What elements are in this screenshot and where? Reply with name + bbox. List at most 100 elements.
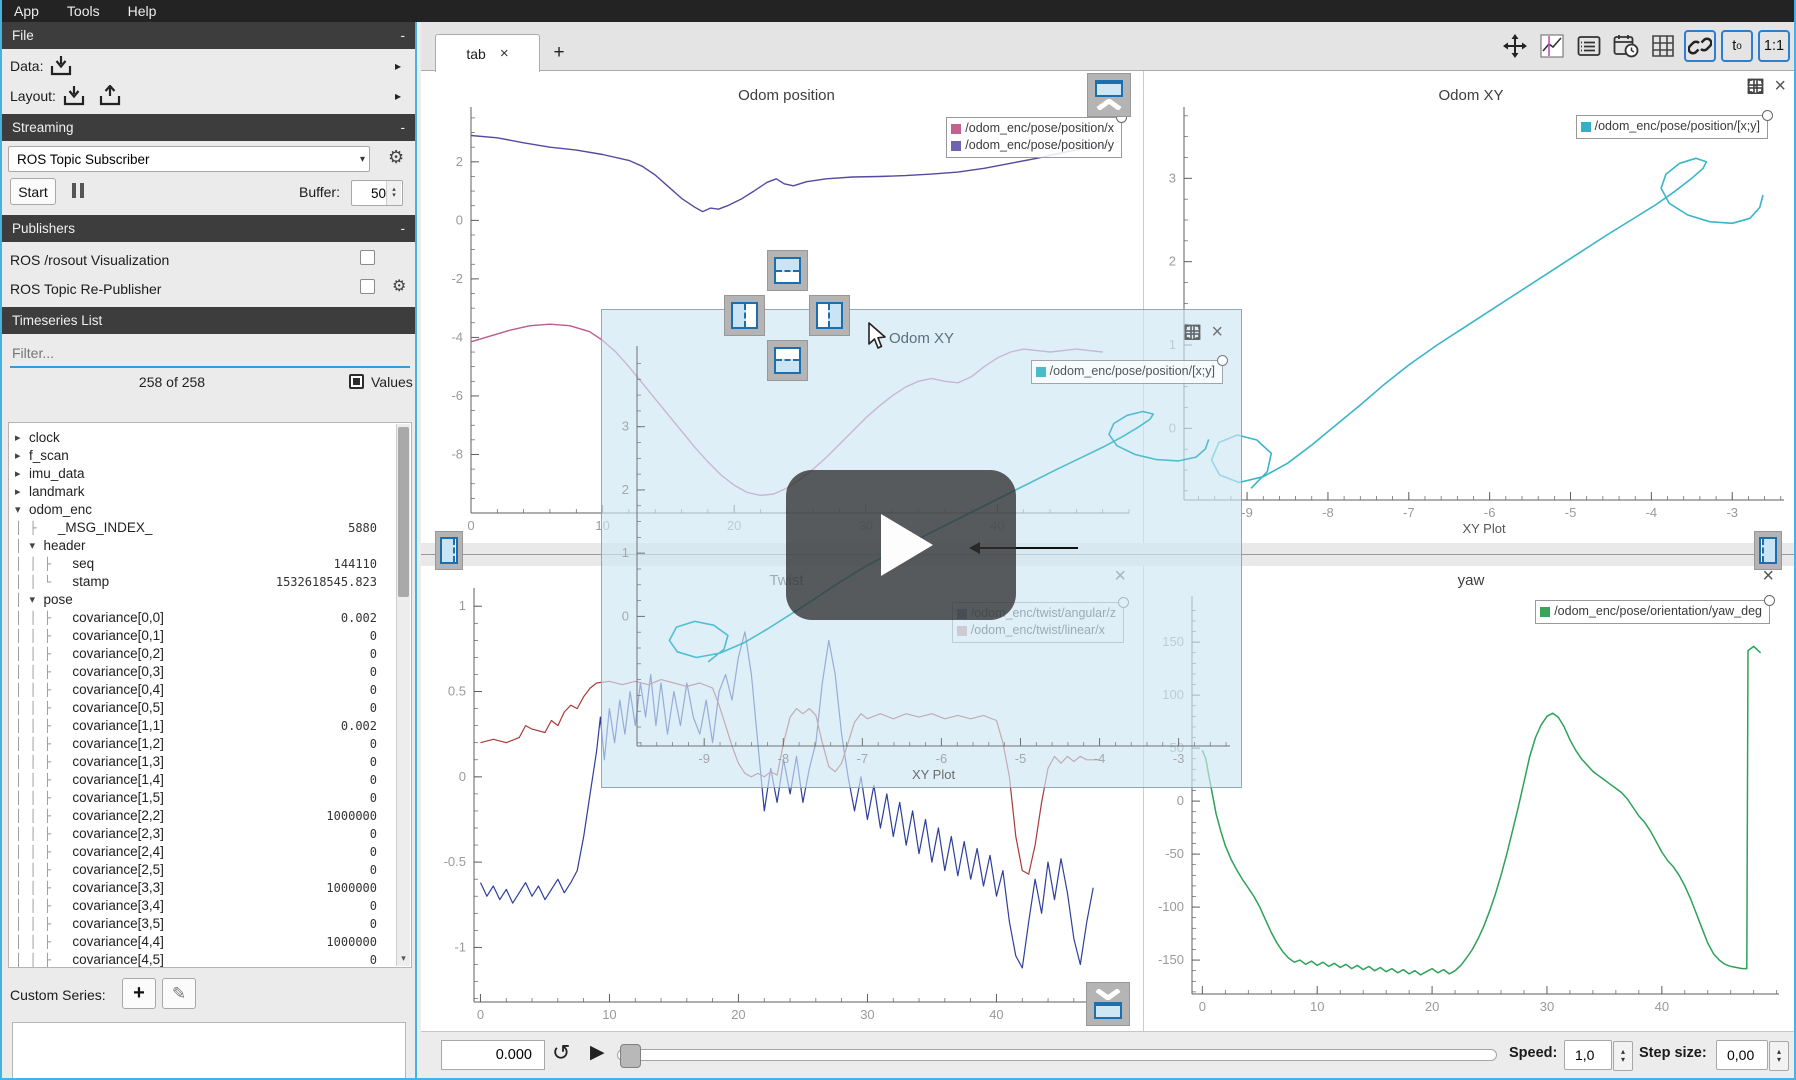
- dropzone-left-icon[interactable]: [724, 295, 765, 336]
- streaming-settings-gear-icon[interactable]: ⚙: [382, 146, 410, 169]
- plot-legend[interactable]: /odom_enc/pose/orientation/yaw_deg: [1535, 600, 1770, 624]
- edit-custom-series-icon[interactable]: ✎: [162, 978, 196, 1009]
- plot-legend[interactable]: /odom_enc/pose/position/[x;y]: [1576, 115, 1768, 139]
- close-icon[interactable]: ×: [1774, 78, 1786, 94]
- tree-item[interactable]: │ │ ├ covariance[0,2]0: [9, 645, 411, 663]
- dropzone-bottom-icon[interactable]: [767, 340, 808, 381]
- scroll-down-icon[interactable]: ▾: [397, 951, 410, 966]
- speed-spinner[interactable]: 1,0 ▴▾: [1564, 1040, 1612, 1070]
- svg-text:-1: -1: [454, 939, 466, 954]
- tree-item[interactable]: │ │ ├ covariance[4,4]1000000: [9, 933, 411, 951]
- loop-icon[interactable]: ↺: [552, 1040, 570, 1066]
- menu-help[interactable]: Help: [114, 3, 171, 19]
- svg-text:-5: -5: [1015, 751, 1027, 766]
- tree-item[interactable]: │ │ ├ covariance[0,1]0: [9, 627, 411, 645]
- tree-item[interactable]: │ │ ├ seq144110: [9, 555, 411, 573]
- tree-item[interactable]: │ │ ├ covariance[3,5]0: [9, 915, 411, 933]
- tab-main[interactable]: tab ×: [435, 34, 540, 72]
- list-view-icon[interactable]: [1573, 30, 1605, 62]
- close-icon[interactable]: ×: [1211, 324, 1223, 340]
- tree-item[interactable]: │ │ └ stamp1532618545.823: [9, 573, 411, 591]
- tree-item[interactable]: ▸f_scan: [9, 447, 411, 465]
- curve-tracker-icon[interactable]: [1536, 30, 1568, 62]
- dropzone-right-icon[interactable]: [809, 295, 850, 336]
- tree-item[interactable]: │ │ ├ covariance[1,5]0: [9, 789, 411, 807]
- section-header-file[interactable]: File -: [2, 22, 415, 49]
- buffer-spinner[interactable]: 50 ▴▾: [351, 180, 403, 206]
- tree-scrollbar[interactable]: ▾: [396, 424, 410, 966]
- load-data-icon[interactable]: [49, 55, 73, 77]
- ratio-1-1-button[interactable]: 1:1: [1758, 30, 1790, 62]
- collapse-icon[interactable]: -: [401, 28, 406, 43]
- dropzone-tab-bottom-icon[interactable]: [1086, 982, 1130, 1026]
- tree-item[interactable]: │ │ ├ covariance[0,4]0: [9, 681, 411, 699]
- tree-item[interactable]: │ ▾pose: [9, 591, 411, 609]
- scrollbar-thumb[interactable]: [398, 427, 409, 597]
- overlay-plot-title: Odom XY: [602, 330, 1241, 347]
- datetime-icon[interactable]: [1610, 30, 1642, 62]
- tree-item[interactable]: ▸imu_data: [9, 465, 411, 483]
- tree-item[interactable]: │ │ ├ covariance[2,2]1000000: [9, 807, 411, 825]
- tree-item[interactable]: │ │ ├ covariance[0,5]0: [9, 699, 411, 717]
- tree-item[interactable]: │ │ ├ covariance[1,2]0: [9, 735, 411, 753]
- close-icon[interactable]: ×: [1762, 568, 1774, 584]
- add-custom-series-button[interactable]: +: [122, 978, 156, 1009]
- time-offset-button[interactable]: to: [1721, 30, 1753, 62]
- tree-item[interactable]: │ │ ├ covariance[2,4]0: [9, 843, 411, 861]
- tree-item[interactable]: │ │ ├ covariance[0,3]0: [9, 663, 411, 681]
- menu-tools[interactable]: Tools: [53, 3, 114, 19]
- rosout-checkbox[interactable]: [360, 250, 375, 265]
- republisher-checkbox[interactable]: [360, 279, 375, 294]
- dropzone-tab-top-icon[interactable]: [1087, 73, 1131, 117]
- tree-item[interactable]: │ │ ├ covariance[2,5]0: [9, 861, 411, 879]
- svg-text:1: 1: [622, 545, 629, 560]
- section-header-timeseries[interactable]: Timeseries List: [2, 307, 415, 334]
- custom-series-list[interactable]: [12, 1022, 406, 1080]
- collapse-icon[interactable]: -: [401, 221, 406, 236]
- move-tool-icon[interactable]: [1499, 30, 1531, 62]
- tree-item[interactable]: │ │ ├ covariance[1,1]0.002: [9, 717, 411, 735]
- slider-handle[interactable]: [620, 1044, 641, 1068]
- dropzone-right-edge-icon[interactable]: [1754, 531, 1782, 570]
- tree-item[interactable]: │ │ ├ covariance[3,4]0: [9, 897, 411, 915]
- tree-item[interactable]: │ │ ├ covariance[0,0]0.002: [9, 609, 411, 627]
- dropzone-left-edge-icon[interactable]: [435, 531, 463, 570]
- filter-input[interactable]: [10, 340, 410, 368]
- tree-item[interactable]: │ │ ├ covariance[2,3]0: [9, 825, 411, 843]
- play-button[interactable]: ▶: [590, 1041, 605, 1064]
- pause-icon[interactable]: [72, 183, 84, 198]
- tree-item[interactable]: ▾odom_enc: [9, 501, 411, 519]
- values-checkbox[interactable]: [349, 374, 364, 389]
- tree-item[interactable]: ▸clock: [9, 429, 411, 447]
- streaming-source-select[interactable]: ROS Topic Subscriber ▾: [8, 146, 370, 172]
- collapse-icon[interactable]: -: [401, 120, 406, 135]
- tree-item[interactable]: ▸landmark: [9, 483, 411, 501]
- load-layout-icon[interactable]: [62, 85, 86, 107]
- republisher-gear-icon[interactable]: ⚙: [386, 275, 412, 297]
- link-axes-icon[interactable]: [1684, 30, 1716, 62]
- section-header-publishers[interactable]: Publishers -: [2, 215, 415, 242]
- data-submenu-icon[interactable]: ▸: [395, 59, 401, 73]
- tree-item[interactable]: │ │ ├ covariance[1,4]0: [9, 771, 411, 789]
- video-play-overlay[interactable]: [786, 470, 1016, 620]
- svg-text:30: 30: [1540, 999, 1554, 1014]
- time-display[interactable]: 0.000: [441, 1040, 545, 1070]
- step-size-spinner[interactable]: 0,00 ▴▾: [1716, 1040, 1768, 1070]
- layout-submenu-icon[interactable]: ▸: [395, 89, 401, 103]
- tree-item[interactable]: │ │ ├ covariance[1,3]0: [9, 753, 411, 771]
- plot-legend[interactable]: /odom_enc/pose/position/x/odom_enc/pose/…: [946, 117, 1122, 158]
- timeline-slider[interactable]: [617, 1049, 1497, 1061]
- new-tab-button[interactable]: +: [545, 40, 573, 66]
- section-header-streaming[interactable]: Streaming -: [2, 114, 415, 141]
- menu-app[interactable]: App: [0, 3, 53, 19]
- tree-item[interactable]: │ ▾header: [9, 537, 411, 555]
- tab-close-icon[interactable]: ×: [500, 45, 509, 62]
- tree-item[interactable]: │ ├ _MSG_INDEX_5880: [9, 519, 411, 537]
- start-button[interactable]: Start: [10, 178, 56, 205]
- dropzone-top-icon[interactable]: [767, 250, 808, 291]
- save-layout-icon[interactable]: [98, 85, 122, 107]
- tree-item[interactable]: │ │ ├ covariance[3,3]1000000: [9, 879, 411, 897]
- timeseries-tree[interactable]: ▸clock▸f_scan▸imu_data▸landmark▾odom_enc…: [8, 422, 412, 968]
- tree-item[interactable]: │ │ ├ covariance[4,5]0: [9, 951, 411, 968]
- grid-view-icon[interactable]: [1647, 30, 1679, 62]
